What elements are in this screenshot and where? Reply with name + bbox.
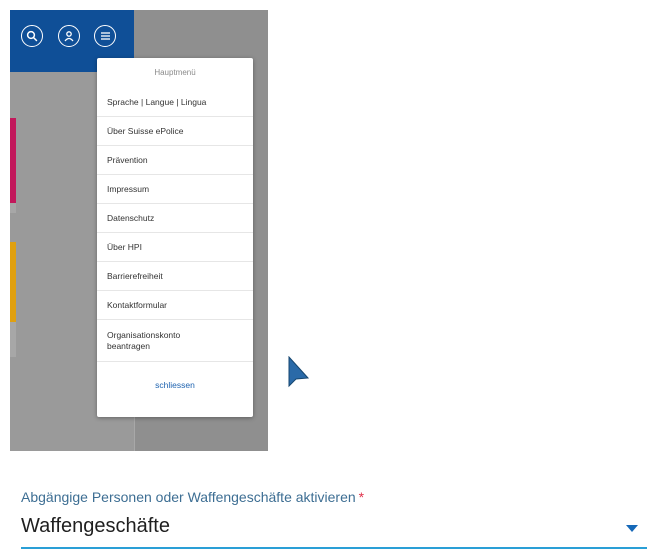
menu-item-prevention[interactable]: Prävention [97, 146, 253, 175]
main-menu-popup: Hauptmenü Sprache | Langue | Lingua Über… [97, 58, 253, 417]
close-menu-button[interactable]: schliessen [97, 362, 253, 407]
card-stripe [10, 118, 16, 203]
menu-item-about-epolice[interactable]: Über Suisse ePolice [97, 117, 253, 146]
field-underline [21, 547, 647, 549]
menu-item-request-org-account[interactable]: Organisationskonto beantragen [97, 320, 253, 362]
menu-item-language[interactable]: Sprache | Langue | Lingua [97, 88, 253, 117]
menu-item-imprint[interactable]: Impressum [97, 175, 253, 204]
content-card-orange[interactable] [10, 242, 16, 357]
menu-item-contact-form[interactable]: Kontaktformular [97, 291, 253, 320]
field-label: Abgängige Personen oder Waffengeschäfte … [21, 489, 364, 505]
user-icon[interactable] [58, 25, 80, 47]
app-screenshot: Hauptmenü Sprache | Langue | Lingua Über… [10, 10, 268, 451]
search-icon[interactable] [21, 25, 43, 47]
menu-icon[interactable] [94, 25, 116, 47]
content-card-pink[interactable] [10, 118, 16, 213]
select-value[interactable]: Waffengeschäfte [21, 515, 170, 538]
menu-item-accessibility[interactable]: Barrierefreiheit [97, 262, 253, 291]
menu-title: Hauptmenü [154, 68, 196, 77]
mouse-cursor-icon [288, 356, 310, 388]
card-stripe [10, 242, 16, 322]
field-label-text: Abgängige Personen oder Waffengeschäfte … [21, 489, 356, 505]
required-marker: * [358, 489, 365, 505]
menu-item-privacy[interactable]: Datenschutz [97, 204, 253, 233]
menu-item-about-hpi[interactable]: Über HPI [97, 233, 253, 262]
chevron-down-icon[interactable] [626, 525, 638, 532]
